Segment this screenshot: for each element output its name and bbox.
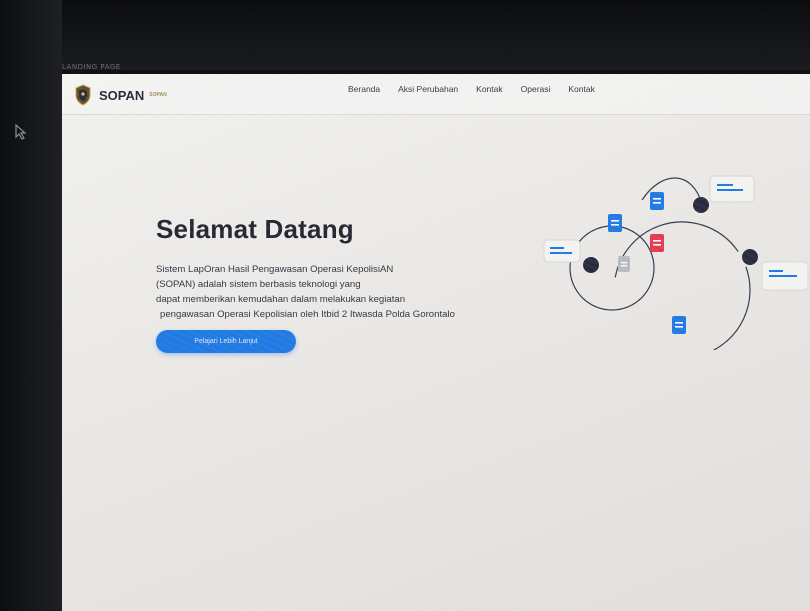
learn-more-button[interactable]: Pelajari Lebih Lanjut — [156, 330, 296, 353]
nav-link-kontak[interactable]: Kontak — [476, 84, 502, 94]
network-illustration — [543, 175, 809, 350]
landing-page-screen: SOPAN SOPAN Beranda Aksi Perubahan Konta… — [62, 74, 810, 611]
node-dot-icon — [742, 249, 758, 265]
monitor-bezel-left — [0, 0, 62, 611]
police-shield-logo-icon — [75, 84, 91, 106]
document-icon — [650, 234, 664, 252]
frame-label: LANDING PAGE — [62, 63, 121, 71]
hero-description: Sistem LapOran Hasil Pengawasan Operasi … — [156, 262, 556, 322]
nav-link-kontak-2[interactable]: Kontak — [568, 84, 594, 94]
brand-name: SOPAN — [99, 87, 145, 103]
document-icon — [618, 256, 630, 272]
network-arc — [569, 225, 655, 311]
navbar: SOPAN SOPAN Beranda Aksi Perubahan Konta… — [62, 74, 810, 115]
document-icon — [672, 316, 686, 334]
hero-description-line: dapat memberikan kemudahan dalam melakuk… — [156, 294, 406, 305]
monitor-bezel-top — [0, 0, 810, 70]
cursor-icon — [15, 124, 27, 140]
hero-title: Selamat Datang — [156, 214, 354, 244]
nav-links: Beranda Aksi Perubahan Kontak Operasi Ko… — [348, 84, 595, 94]
hero-description-line: pengawasan Operasi Kepolisian oleh Itbid… — [160, 309, 455, 320]
brand-logo[interactable]: SOPAN SOPAN — [74, 84, 167, 106]
document-icon — [650, 192, 664, 210]
chat-bubble-icon — [761, 261, 809, 291]
nav-link-beranda[interactable]: Beranda — [348, 84, 380, 94]
document-icon — [608, 214, 622, 232]
hero-description-line: Sistem LapOran Hasil Pengawasan Operasi … — [156, 264, 394, 275]
chat-bubble-icon — [709, 175, 755, 203]
hero-description-line: (SOPAN) adalah sistem berbasis teknologi… — [156, 279, 361, 290]
chat-bubble-icon — [543, 239, 581, 263]
node-dot-icon — [693, 197, 709, 213]
nav-link-operasi[interactable]: Operasi — [521, 84, 551, 94]
brand-subtitle: SOPAN — [149, 92, 167, 98]
nav-link-aksi-perubahan[interactable]: Aksi Perubahan — [398, 84, 458, 94]
node-dot-icon — [583, 257, 599, 273]
